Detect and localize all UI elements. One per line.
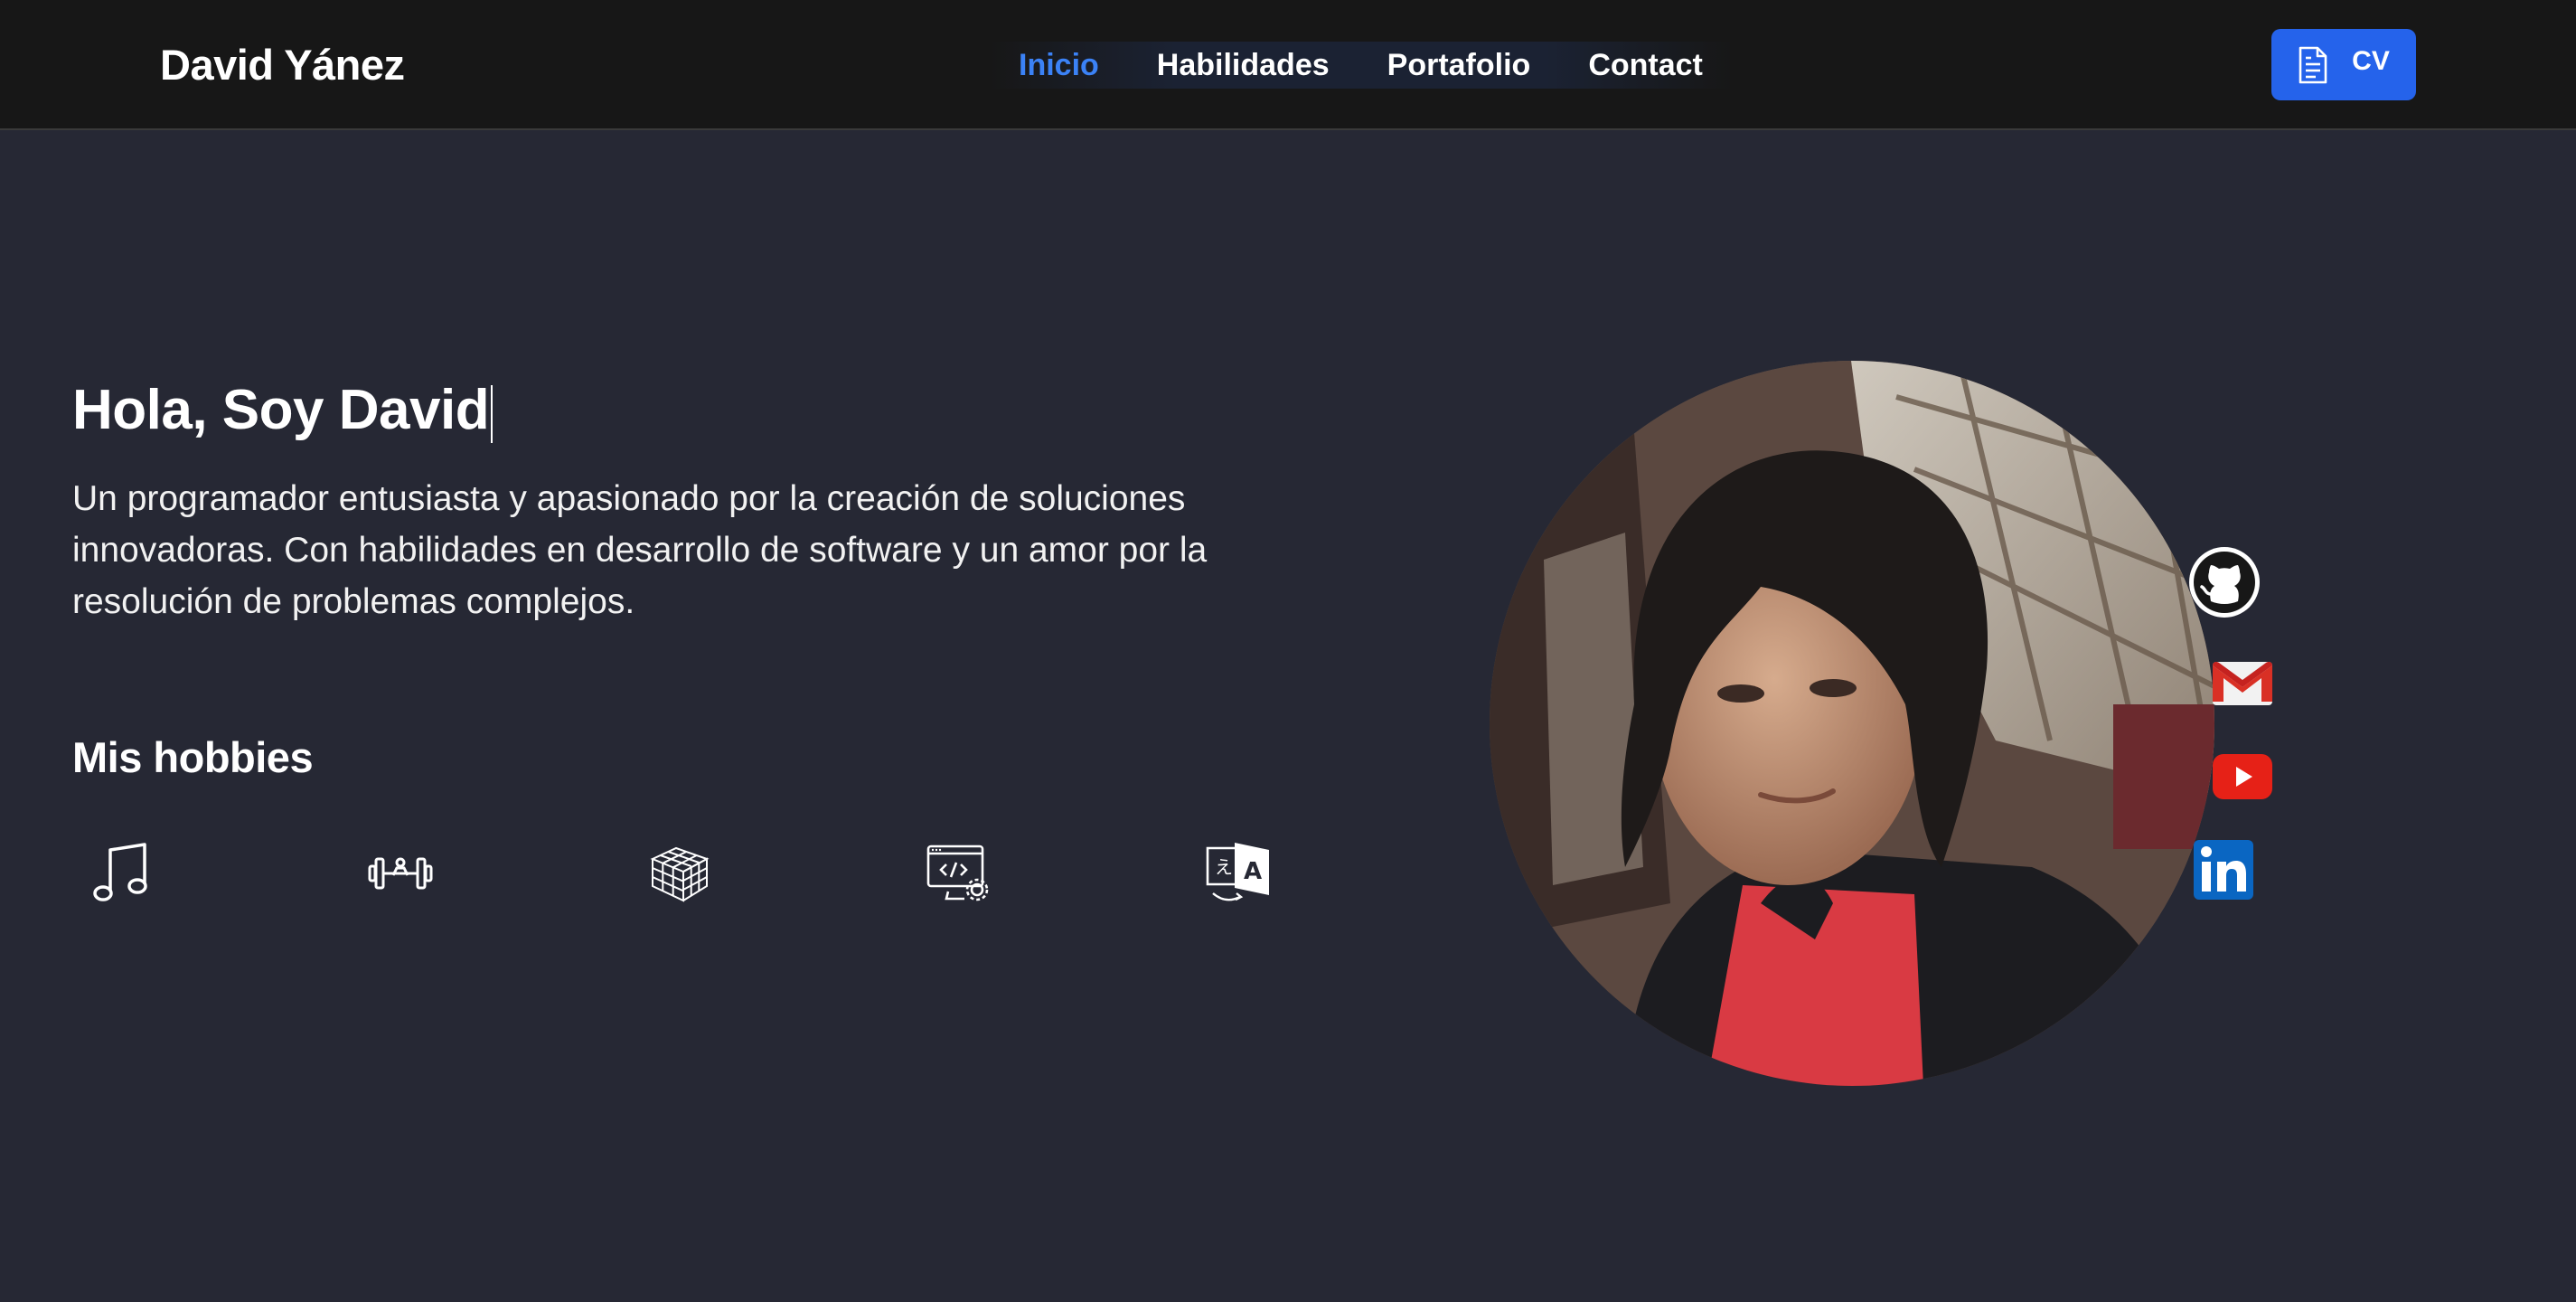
- brand-name[interactable]: David Yánez: [160, 40, 405, 90]
- text-caret: [491, 384, 494, 443]
- github-link[interactable]: [2187, 545, 2261, 619]
- nav-link-contact[interactable]: Contact: [1559, 42, 1732, 89]
- hero-description: Un programador entusiasta y apasionado p…: [72, 479, 1208, 621]
- nav-link-portafolio[interactable]: Portafolio: [1359, 42, 1560, 89]
- nav-link-habilidades[interactable]: Habilidades: [1128, 42, 1359, 89]
- translate-icon: え A: [1206, 843, 1269, 901]
- music-note-icon: [93, 843, 147, 901]
- nav-link-inicio[interactable]: Inicio: [990, 42, 1128, 89]
- navbar: David Yánez Inicio Habilidades Portafoli…: [0, 0, 2576, 130]
- dumbbell-icon: [368, 857, 433, 890]
- cv-button-label: CV: [2352, 45, 2390, 76]
- gmail-icon: [2213, 662, 2272, 705]
- nav-links: Inicio Habilidades Portafolio Contact: [990, 42, 1732, 89]
- github-icon: [2189, 547, 2260, 618]
- svg-text:A: A: [1244, 858, 1262, 885]
- hobbies-title: Mis hobbies: [72, 733, 314, 781]
- youtube-icon: [2213, 754, 2272, 799]
- gmail-link[interactable]: [2213, 662, 2272, 705]
- hero-title: Hola, Soy David: [72, 378, 494, 443]
- youtube-link[interactable]: [2213, 754, 2272, 799]
- profile-photo: [1490, 361, 2214, 1086]
- rubiks-cube-icon: [650, 846, 710, 902]
- cv-button[interactable]: CV: [2271, 29, 2416, 100]
- hero-title-text: Hola, Soy David: [72, 379, 490, 441]
- document-icon: [2299, 46, 2327, 83]
- linkedin-icon: [2194, 840, 2253, 900]
- svg-text:え: え: [1215, 856, 1233, 878]
- profile-photo-illustration: [1490, 361, 2214, 1086]
- linkedin-link[interactable]: [2194, 840, 2253, 900]
- computer-code-icon: [926, 844, 989, 901]
